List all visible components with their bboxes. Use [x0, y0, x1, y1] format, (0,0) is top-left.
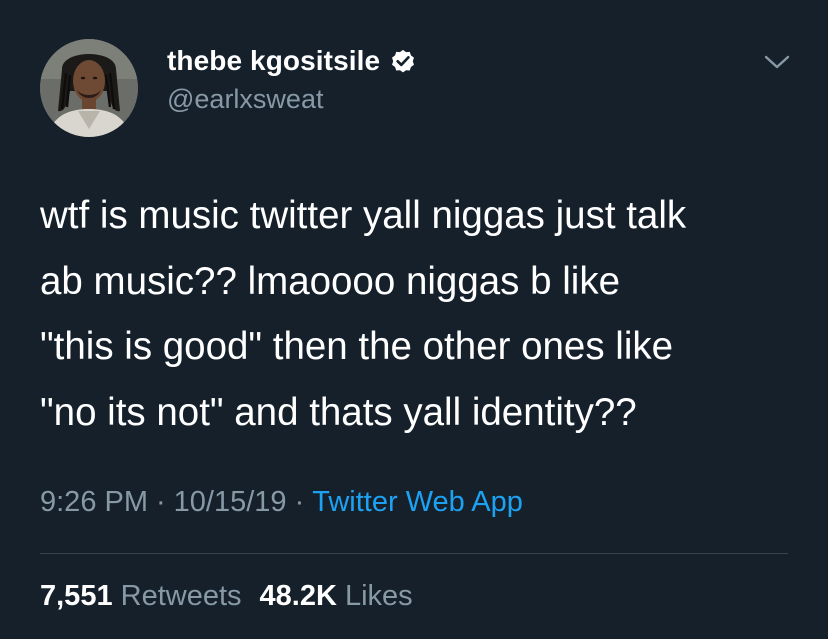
- author-handle[interactable]: @earlxsweat: [167, 84, 323, 115]
- tweet-time[interactable]: 9:26 PM: [40, 486, 148, 518]
- author-name-row[interactable]: thebe kgositsile: [167, 42, 417, 80]
- tweet-card: thebe kgositsile @earlxsweat wtf is musi…: [0, 0, 828, 639]
- retweets-label[interactable]: Retweets: [121, 580, 242, 612]
- chevron-down-icon[interactable]: [760, 48, 794, 76]
- avatar[interactable]: [40, 39, 138, 137]
- divider: [40, 553, 788, 554]
- tweet-stats: 7,551 Retweets 48.2K Likes: [40, 580, 413, 613]
- tweet-source-link[interactable]: Twitter Web App: [312, 486, 523, 518]
- meta-separator: ·: [294, 486, 305, 518]
- likes-label[interactable]: Likes: [345, 580, 413, 612]
- display-name[interactable]: thebe kgositsile: [167, 45, 380, 77]
- likes-count[interactable]: 48.2K: [260, 580, 337, 612]
- profile-photo: [40, 39, 138, 137]
- verified-badge-icon: [392, 49, 415, 73]
- retweets-count[interactable]: 7,551: [40, 580, 113, 612]
- tweet-date[interactable]: 10/15/19: [174, 486, 287, 518]
- meta-separator: ·: [156, 486, 166, 518]
- tweet-meta: 9:26 PM · 10/15/19 · Twitter Web App: [40, 486, 523, 519]
- tweet-text: wtf is music twitter yall niggas just ta…: [40, 194, 687, 434]
